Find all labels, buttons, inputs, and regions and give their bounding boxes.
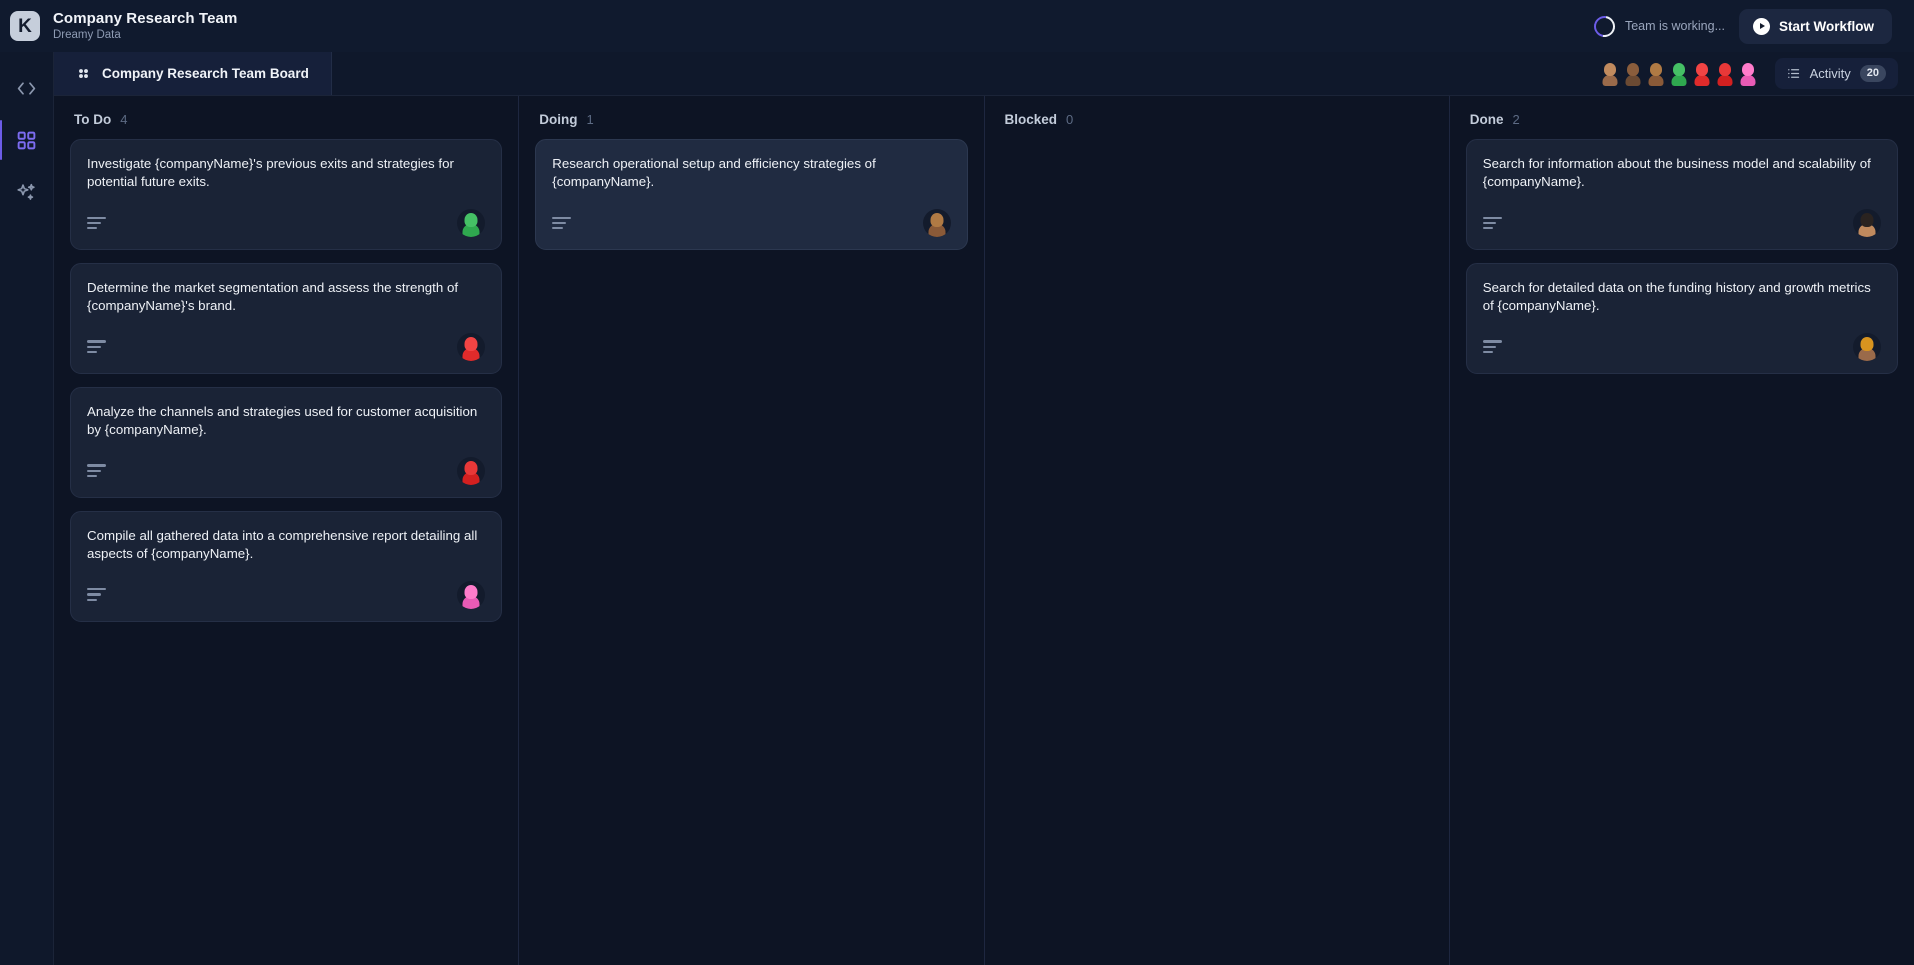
task-card-footer: [87, 580, 486, 609]
grid-icon: [17, 131, 36, 149]
board-column-blocked: Blocked 0: [985, 96, 1450, 965]
board-column-done: Done 2 Search for information about the bu…: [1450, 96, 1914, 965]
header-actions: Team is working... Start Workflow: [1589, 8, 1892, 44]
app-logo: K: [10, 11, 40, 41]
main-panel: Company Research Team Board Activity 20 …: [54, 52, 1914, 965]
task-card-footer: [552, 208, 951, 237]
board-column-doing: Doing 1 Research operational setup and eff…: [519, 96, 985, 965]
app-body: Company Research Team Board Activity 20 …: [0, 52, 1914, 965]
member-avatar-group: [1600, 61, 1759, 87]
task-card-text: Research operational setup and efficienc…: [552, 156, 876, 189]
page-title: Company Research Team: [53, 10, 238, 28]
status-indicator: Team is working...: [1589, 11, 1725, 41]
task-card[interactable]: Search for information about the busines…: [1465, 139, 1898, 250]
task-card-text: Investigate {companyName}'s previous exi…: [87, 156, 454, 189]
task-assignee-avatar[interactable]: [457, 456, 486, 485]
sidebar-item-ai[interactable]: [5, 170, 49, 214]
column-header: Done 2: [1466, 96, 1898, 139]
avatar[interactable]: [1715, 61, 1736, 87]
sidebar-item-code[interactable]: [5, 66, 49, 110]
description-icon: [87, 216, 106, 230]
description-icon: [87, 464, 106, 477]
kanban-board: To Do 4 Investigate {companyName}'s previo…: [54, 96, 1914, 965]
description-icon: [1482, 216, 1502, 230]
column-title: To Do: [74, 112, 112, 127]
column-count: 4: [120, 112, 128, 127]
description-icon: [87, 340, 106, 354]
column-header: Blocked 0: [1001, 96, 1433, 139]
column-count: 1: [586, 112, 594, 127]
description-icon: [1482, 340, 1502, 354]
column-card-list: Research operational setup and efficienc…: [535, 139, 968, 250]
page-subtitle: Dreamy Data: [53, 28, 121, 41]
logo-letter: K: [18, 15, 32, 37]
start-workflow-button[interactable]: Start Workflow: [1738, 8, 1892, 44]
task-card[interactable]: Research operational setup and efficienc…: [535, 139, 968, 250]
tab-board[interactable]: Company Research Team Board: [54, 52, 332, 95]
task-card-footer: [87, 332, 486, 361]
task-assignee-avatar[interactable]: [1853, 332, 1881, 361]
task-card[interactable]: Analyze the channels and strategies used…: [70, 386, 503, 498]
task-card-footer: [1482, 332, 1881, 361]
column-header: To Do 4: [70, 96, 502, 139]
task-card-text: Determine the market segmentation and as…: [87, 279, 459, 313]
task-card-text: Search for information about the busines…: [1482, 156, 1871, 189]
task-card[interactable]: Determine the market segmentation and as…: [70, 262, 503, 374]
column-card-list: Investigate {companyName}'s previous exi…: [70, 139, 503, 622]
status-text: Team is working...: [1624, 19, 1725, 33]
task-card[interactable]: Search for detailed data on the funding …: [1465, 262, 1898, 374]
task-card-footer: [87, 456, 486, 485]
task-card[interactable]: Investigate {companyName}'s previous exi…: [70, 139, 503, 250]
code-icon: [17, 81, 36, 95]
brand-text: Company Research Team Dreamy Data: [53, 10, 237, 41]
avatar[interactable]: [1692, 61, 1713, 87]
start-workflow-label: Start Workflow: [1778, 18, 1874, 34]
column-card-list: Search for information about the busines…: [1465, 139, 1898, 374]
sparkles-icon: [17, 183, 35, 200]
activity-count-badge: 20: [1859, 64, 1886, 83]
column-title: Done: [1469, 112, 1504, 127]
brand: K Company Research Team Dreamy Data: [10, 10, 237, 41]
avatar[interactable]: [1738, 61, 1759, 87]
column-count: 2: [1512, 112, 1520, 127]
task-card-text: Analyze the channels and strategies used…: [87, 403, 478, 437]
description-icon: [552, 216, 572, 230]
tab-bar-actions: Activity 20: [1600, 52, 1898, 95]
avatar[interactable]: [1600, 61, 1621, 87]
task-assignee-avatar[interactable]: [457, 580, 486, 609]
activity-button[interactable]: Activity 20: [1774, 57, 1898, 90]
description-icon: [87, 588, 106, 601]
list-icon: [1787, 69, 1799, 78]
board-column-to-do: To Do 4 Investigate {companyName}'s previo…: [54, 96, 520, 965]
column-count: 0: [1066, 112, 1074, 127]
play-icon: [1752, 17, 1770, 35]
sidebar-rail: [0, 52, 54, 965]
sidebar-item-board[interactable]: [0, 118, 49, 162]
task-assignee-avatar[interactable]: [457, 208, 486, 237]
column-title: Doing: [539, 112, 578, 127]
board-grid-icon: [79, 69, 88, 78]
column-title: Blocked: [1004, 112, 1058, 127]
avatar[interactable]: [1623, 61, 1644, 87]
task-card-text: Compile all gathered data into a compreh…: [87, 527, 478, 561]
tab-bar: Company Research Team Board Activity 20: [54, 52, 1914, 96]
avatar[interactable]: [1669, 61, 1690, 87]
column-header: Doing 1: [535, 96, 967, 139]
task-assignee-avatar[interactable]: [457, 332, 486, 361]
activity-label: Activity: [1809, 66, 1851, 81]
task-card-text: Search for detailed data on the funding …: [1482, 279, 1871, 313]
kanban-app: K Company Research Team Dreamy Data Team…: [0, 0, 1914, 965]
task-card-footer: [87, 208, 486, 237]
loading-spinner-icon: [1589, 11, 1620, 41]
app-header: K Company Research Team Dreamy Data Team…: [0, 0, 1914, 52]
task-assignee-avatar[interactable]: [1853, 208, 1881, 237]
task-card-footer: [1482, 208, 1881, 237]
avatar[interactable]: [1646, 61, 1667, 87]
task-assignee-avatar[interactable]: [922, 208, 951, 237]
tab-board-label: Company Research Team Board: [102, 66, 309, 81]
task-card[interactable]: Compile all gathered data into a compreh…: [70, 510, 503, 622]
